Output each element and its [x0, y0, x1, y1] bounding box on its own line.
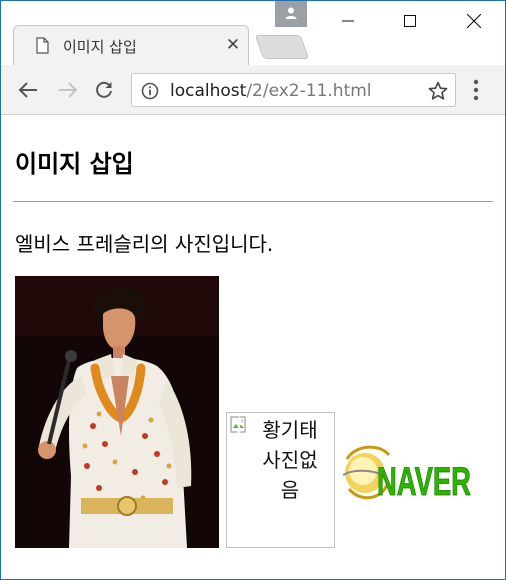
new-tab-button[interactable] [254, 35, 310, 59]
reload-button[interactable] [91, 77, 117, 103]
person-icon [285, 7, 297, 19]
maximize-button[interactable] [387, 1, 433, 41]
menu-dots-icon[interactable] [473, 79, 479, 101]
alt-line: 사진없 [262, 448, 318, 472]
profile-button[interactable] [275, 1, 307, 27]
tab-active[interactable]: 이미지 삽입 ✕ [13, 25, 249, 67]
forward-arrow-icon [59, 82, 78, 98]
minimize-icon [342, 20, 354, 22]
broken-image: 황기태 사진없 음 [226, 412, 335, 548]
address-bar[interactable]: localhost/2/ex2-11.html [131, 73, 456, 107]
forward-button[interactable] [55, 77, 81, 103]
naver-logo: NAVER [343, 445, 471, 504]
maximize-icon [404, 15, 416, 27]
close-icon [467, 14, 481, 28]
back-button[interactable] [15, 77, 41, 103]
tab-strip: 이미지 삽입 ✕ [1, 1, 505, 67]
browser-window: 이미지 삽입 ✕ localhost/2/ex2-11.html 이미지 삽입 … [0, 0, 506, 580]
elvis-photo [15, 276, 219, 548]
tab-title: 이미지 삽입 [63, 38, 137, 56]
alt-line: 황기태 [262, 418, 318, 442]
page-heading: 이미지 삽입 [15, 150, 134, 178]
tab-close-icon[interactable]: ✕ [224, 35, 242, 55]
back-arrow-icon [18, 82, 37, 98]
url-text[interactable]: localhost/2/ex2-11.html [170, 81, 372, 101]
close-window-button[interactable] [451, 1, 497, 41]
horizontal-rule [13, 201, 493, 202]
broken-image-icon [230, 416, 246, 434]
broken-image-alt-text: 황기태 사진없 음 [250, 415, 330, 505]
minimize-button[interactable] [325, 1, 371, 41]
bookmark-star-icon[interactable] [428, 81, 448, 101]
page-icon [36, 37, 49, 54]
naver-wordmark: NAVER [377, 460, 471, 504]
toolbar: localhost/2/ex2-11.html [1, 65, 505, 115]
info-icon[interactable] [141, 82, 159, 100]
caption-paragraph: 엘비스 프레슬리의 사진입니다. [15, 232, 274, 256]
page-content: 이미지 삽입 엘비스 프레슬리의 사진입니다. 황기태 사진없 음 NAVER [1, 116, 505, 579]
url-path: /2/ex2-11.html [246, 81, 372, 101]
alt-line: 음 [280, 478, 300, 502]
url-host: localhost [170, 81, 247, 101]
reload-icon [96, 81, 112, 98]
